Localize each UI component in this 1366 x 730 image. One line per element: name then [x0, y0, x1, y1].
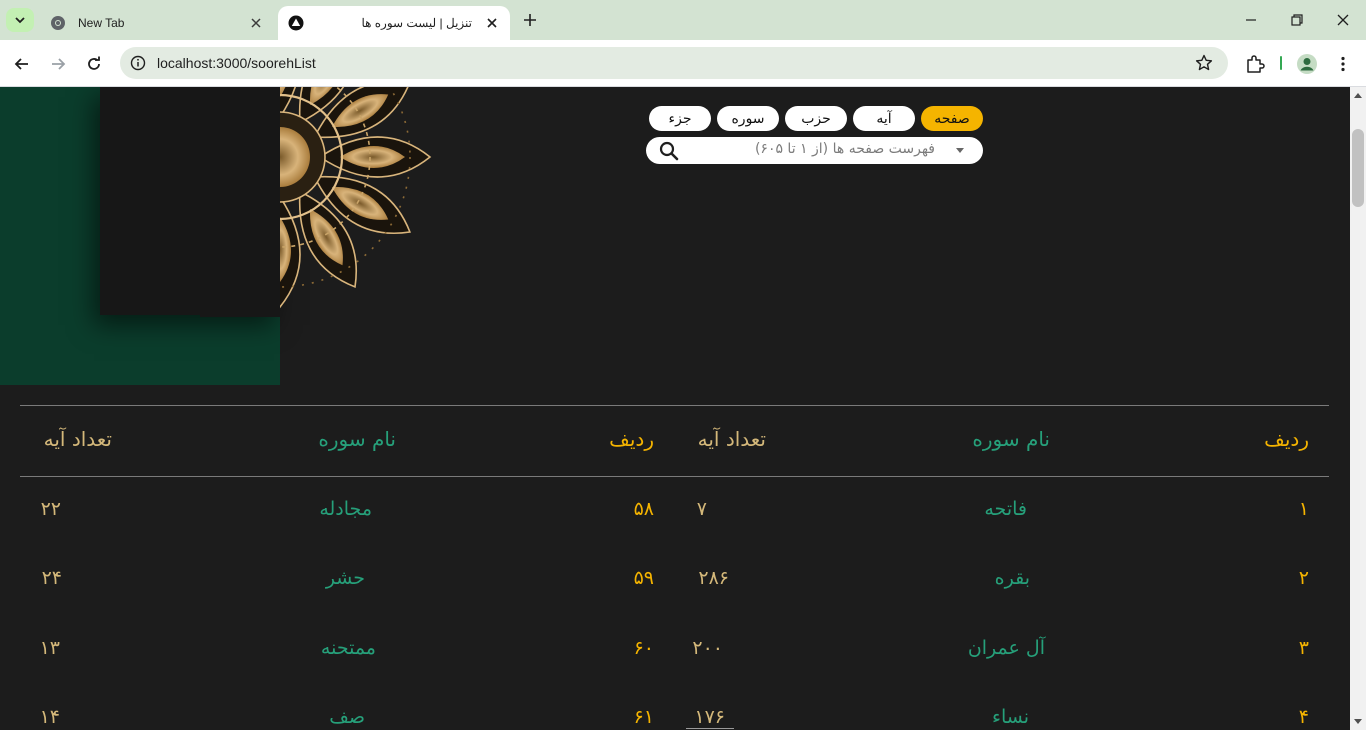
table-header-divider — [20, 476, 1329, 477]
tab-search-button[interactable] — [6, 8, 34, 32]
reload-button[interactable] — [82, 52, 106, 76]
tab-title: New Tab — [78, 16, 125, 30]
row-index: ۱ — [1298, 498, 1309, 520]
chevron-down-icon — [15, 17, 25, 24]
close-tab-icon[interactable] — [484, 15, 500, 31]
dropdown-caret-icon[interactable] — [956, 148, 964, 153]
row-index: ۴ — [1298, 706, 1309, 728]
page-viewport: صفحه آیه حزب سوره جزء فهرست صفحه ها (از … — [0, 87, 1350, 730]
chrome-icon — [50, 15, 66, 31]
header-surah-name: نام سوره — [972, 427, 1050, 451]
arrow-left-icon — [14, 58, 28, 70]
header-index: ردیف — [609, 427, 654, 451]
url-text[interactable]: localhost:3000/soorehList — [157, 55, 316, 71]
row-index: ۵۹ — [633, 567, 654, 589]
app-logo-icon — [288, 15, 304, 31]
row-verse-count: ۱۴ — [39, 706, 60, 728]
filter-tab-juz[interactable]: جزء — [649, 106, 711, 131]
row-verse-count: ۱۳ — [39, 637, 60, 659]
filter-tab-page[interactable]: صفحه — [921, 106, 983, 131]
plus-icon — [524, 14, 536, 26]
profile-button[interactable] — [1295, 52, 1319, 76]
close-tab-icon[interactable] — [248, 15, 264, 31]
filter-tab-surah[interactable]: سوره — [717, 106, 779, 131]
row-verse-count: ۲۰۰ — [692, 637, 723, 659]
browser-toolbar: localhost:3000/soorehList — [0, 40, 1366, 87]
minimize-button[interactable] — [1239, 8, 1263, 32]
page-select-search[interactable]: فهرست صفحه ها (از ۱ تا ۶۰۵) — [646, 137, 983, 164]
vertical-scrollbar[interactable] — [1350, 87, 1366, 730]
tab-new-tab[interactable]: New Tab — [40, 6, 274, 40]
filter-tab-group: صفحه آیه حزب سوره جزء — [649, 106, 983, 131]
search-placeholder: فهرست صفحه ها (از ۱ تا ۶۰۵) — [754, 141, 935, 157]
close-window-button[interactable] — [1331, 8, 1355, 32]
tab-title: تنزیل | لیست سوره ها — [361, 16, 472, 30]
forward-button[interactable] — [46, 52, 70, 76]
row-verse-count: ۷ — [696, 498, 707, 520]
puzzle-icon — [1247, 55, 1265, 73]
close-icon — [1337, 14, 1349, 26]
reload-icon — [88, 56, 100, 70]
row-index: ۳ — [1298, 637, 1309, 659]
row-verse-count: ۲۴ — [41, 567, 62, 589]
row-verse-count: ۱۷۶ — [694, 706, 725, 728]
row-surah-name[interactable]: آل عمران — [968, 637, 1045, 659]
row-surah-name[interactable]: بقره — [995, 567, 1030, 589]
search-icon[interactable] — [658, 140, 680, 162]
menu-button[interactable] — [1331, 52, 1355, 76]
scroll-down-arrow-icon[interactable] — [1354, 719, 1362, 724]
scrollbar-thumb[interactable] — [1352, 129, 1364, 207]
site-info-icon[interactable] — [128, 53, 148, 73]
table-top-divider — [20, 405, 1329, 406]
scroll-up-arrow-icon[interactable] — [1354, 93, 1362, 98]
back-button[interactable] — [10, 52, 34, 76]
tab-soorehlist[interactable]: تنزیل | لیست سوره ها — [278, 6, 510, 40]
row-verse-count: ۲۲ — [40, 498, 61, 520]
row-verse-count: ۲۸۶ — [698, 567, 729, 589]
row-underline — [686, 728, 734, 729]
header-verse-count: تعداد آیه — [697, 427, 766, 451]
minimize-icon — [1246, 19, 1256, 21]
avatar-icon — [1297, 54, 1317, 74]
kebab-menu-icon — [1341, 56, 1345, 72]
row-index: ۶۱ — [633, 706, 654, 728]
row-surah-name[interactable]: نساء — [992, 706, 1029, 728]
row-index: ۵۸ — [633, 498, 654, 520]
row-surah-name[interactable]: حشر — [326, 567, 365, 589]
row-surah-name[interactable]: مجادله — [319, 498, 372, 520]
bookmark-star-icon[interactable] — [1194, 53, 1214, 73]
toolbar-divider — [1280, 56, 1282, 70]
address-bar[interactable]: localhost:3000/soorehList — [120, 47, 1228, 79]
new-tab-button[interactable] — [520, 10, 540, 30]
browser-tab-bar: New Tab تنزیل | لیست سوره ها — [0, 0, 1366, 40]
row-index: ۲ — [1298, 567, 1309, 589]
row-surah-name[interactable]: صف — [329, 706, 365, 728]
header-surah-name: نام سوره — [318, 427, 396, 451]
restore-button[interactable] — [1285, 8, 1309, 32]
filter-tab-hizb[interactable]: حزب — [785, 106, 847, 131]
mandala-ornament-icon — [200, 87, 431, 317]
filter-tab-verse[interactable]: آیه — [853, 106, 915, 131]
row-surah-name[interactable]: فاتحه — [984, 498, 1027, 520]
restore-icon — [1291, 14, 1303, 26]
row-index: ۶۰ — [633, 637, 654, 659]
header-index: ردیف — [1264, 427, 1309, 451]
arrow-right-icon — [52, 58, 66, 70]
row-surah-name[interactable]: ممتحنه — [321, 637, 376, 659]
header-verse-count: تعداد آیه — [43, 427, 112, 451]
extensions-button[interactable] — [1243, 52, 1267, 76]
